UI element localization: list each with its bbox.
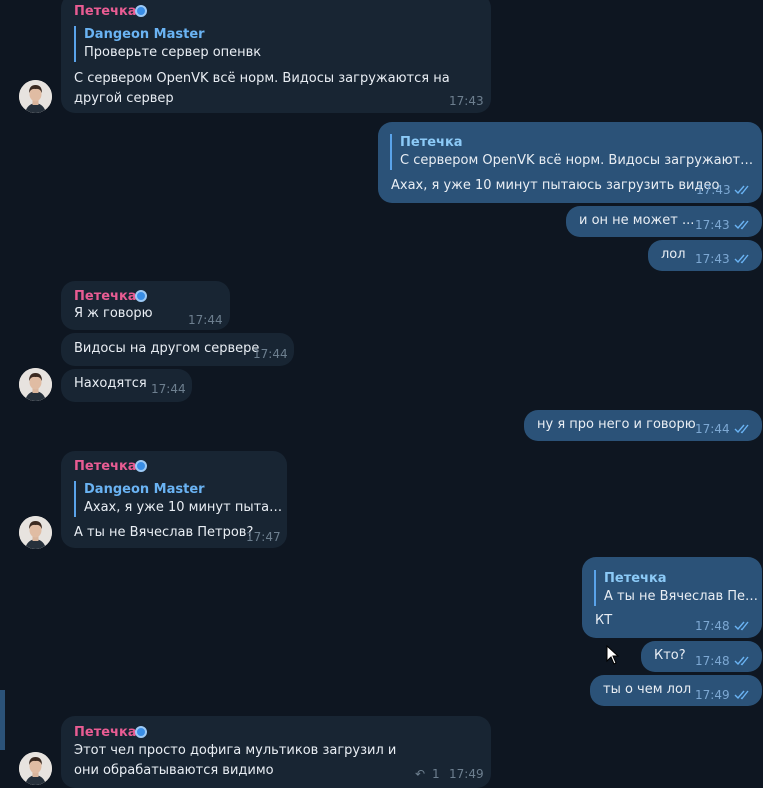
outgoing-message[interactable]: ты о чем лол 17:49 bbox=[590, 675, 762, 706]
chat-area: Петечка Dangeon Master Проверьте сервер … bbox=[0, 0, 763, 788]
message-time: 17:44 bbox=[151, 382, 186, 396]
avatar[interactable] bbox=[19, 80, 52, 113]
reply-author: Петечка bbox=[604, 571, 667, 586]
message-text: Кто? bbox=[654, 648, 686, 663]
message-text: ну я про него и говорю bbox=[537, 417, 696, 432]
avatar[interactable] bbox=[19, 516, 52, 549]
reply-count[interactable]: 1 bbox=[432, 767, 440, 781]
outgoing-message[interactable]: Кто? 17:48 bbox=[641, 641, 762, 672]
reply-text: С сервером OpenVK всё норм. Видосы загру… bbox=[400, 153, 760, 168]
message-text: Я ж говорю bbox=[74, 306, 153, 321]
message-text: С сервером OpenVK всё норм. Видосы загру… bbox=[74, 71, 450, 106]
incoming-message[interactable]: Петечка Этот чел просто дофига мультиков… bbox=[61, 716, 491, 788]
message-time: 17:44 bbox=[188, 313, 223, 327]
read-checks-icon bbox=[734, 621, 749, 631]
sender-name[interactable]: Петечка bbox=[74, 289, 137, 304]
sender-name[interactable]: Петечка bbox=[74, 725, 137, 740]
read-checks-icon bbox=[734, 656, 749, 666]
reply-author: Dangeon Master bbox=[84, 27, 205, 42]
read-checks-icon bbox=[734, 690, 749, 700]
verified-icon bbox=[135, 5, 147, 17]
read-checks-icon bbox=[734, 220, 749, 230]
message-text: и он не может ... bbox=[579, 213, 695, 228]
message-time: 17:49 bbox=[449, 767, 484, 781]
message-time: 17:43 bbox=[695, 218, 730, 232]
outgoing-message[interactable]: Петечка С сервером OpenVK всё норм. Видо… bbox=[378, 122, 762, 203]
read-checks-icon bbox=[734, 185, 749, 195]
reply-arrow-icon[interactable]: ↶ bbox=[415, 767, 425, 781]
reply-quote[interactable]: Dangeon Master Проверьте сервер опенвк bbox=[74, 26, 484, 62]
outgoing-message[interactable]: Петечка А ты не Вячеслав Петров? КТ 17:4… bbox=[582, 557, 762, 638]
message-text: КТ bbox=[595, 613, 613, 628]
verified-icon bbox=[135, 460, 147, 472]
reply-text: А ты не Вячеслав Петров? bbox=[604, 589, 759, 604]
message-text: Ахах, я уже 10 минут пытаюсь загрузить в… bbox=[391, 178, 720, 193]
message-time: 17:47 bbox=[246, 530, 281, 544]
sender-name[interactable]: Петечка bbox=[74, 459, 137, 474]
outgoing-message[interactable]: и он не может ... 17:43 bbox=[566, 206, 762, 237]
verified-icon bbox=[135, 290, 147, 302]
message-time: 17:43 bbox=[696, 183, 731, 197]
incoming-message[interactable]: Петечка Dangeon Master Ахах, я уже 10 ми… bbox=[61, 451, 287, 548]
reply-author: Петечка bbox=[400, 135, 463, 150]
message-time: 17:44 bbox=[253, 347, 288, 361]
reply-quote[interactable]: Петечка А ты не Вячеслав Петров? bbox=[594, 570, 759, 606]
read-checks-icon bbox=[734, 254, 749, 264]
incoming-message[interactable]: Петечка Я ж говорю 17:44 bbox=[61, 281, 230, 330]
reply-author: Dangeon Master bbox=[84, 482, 205, 497]
outgoing-message[interactable]: ну я про него и говорю 17:44 bbox=[524, 410, 762, 441]
message-time: 17:48 bbox=[695, 619, 730, 633]
message-text: ты о чем лол bbox=[603, 682, 692, 697]
message-text: лол bbox=[661, 247, 686, 262]
reply-quote[interactable]: Петечка С сервером OpenVK всё норм. Видо… bbox=[390, 134, 760, 170]
incoming-message[interactable]: Находятся 17:44 bbox=[61, 369, 192, 402]
verified-icon bbox=[135, 726, 147, 738]
reply-quote[interactable]: Dangeon Master Ахах, я уже 10 минут пыта… bbox=[74, 481, 284, 517]
incoming-message[interactable]: Видосы на другом сервере 17:44 bbox=[61, 333, 294, 366]
message-text: А ты не Вячеслав Петров? bbox=[74, 525, 254, 540]
sender-name[interactable]: Петечка bbox=[74, 4, 137, 19]
message-time: 17:43 bbox=[695, 252, 730, 266]
reply-text: Ахах, я уже 10 минут пытаюсь загрузить в… bbox=[84, 500, 284, 515]
message-time: 17:44 bbox=[695, 422, 730, 436]
avatar[interactable] bbox=[19, 752, 52, 785]
message-text: Находятся bbox=[74, 376, 147, 391]
message-time: 17:43 bbox=[449, 94, 484, 108]
outgoing-message[interactable]: лол 17:43 bbox=[648, 240, 762, 271]
avatar[interactable] bbox=[19, 368, 52, 401]
message-time: 17:48 bbox=[695, 654, 730, 668]
mouse-cursor-icon bbox=[606, 645, 620, 665]
message-text: Видосы на другом сервере bbox=[74, 341, 260, 356]
message-text: Этот чел просто дофига мультиков загрузи… bbox=[74, 743, 397, 778]
scroll-indicator bbox=[0, 690, 5, 750]
reply-text: Проверьте сервер опенвк bbox=[84, 45, 262, 60]
message-time: 17:49 bbox=[695, 688, 730, 702]
read-checks-icon bbox=[734, 424, 749, 434]
incoming-message[interactable]: Петечка Dangeon Master Проверьте сервер … bbox=[61, 0, 491, 113]
